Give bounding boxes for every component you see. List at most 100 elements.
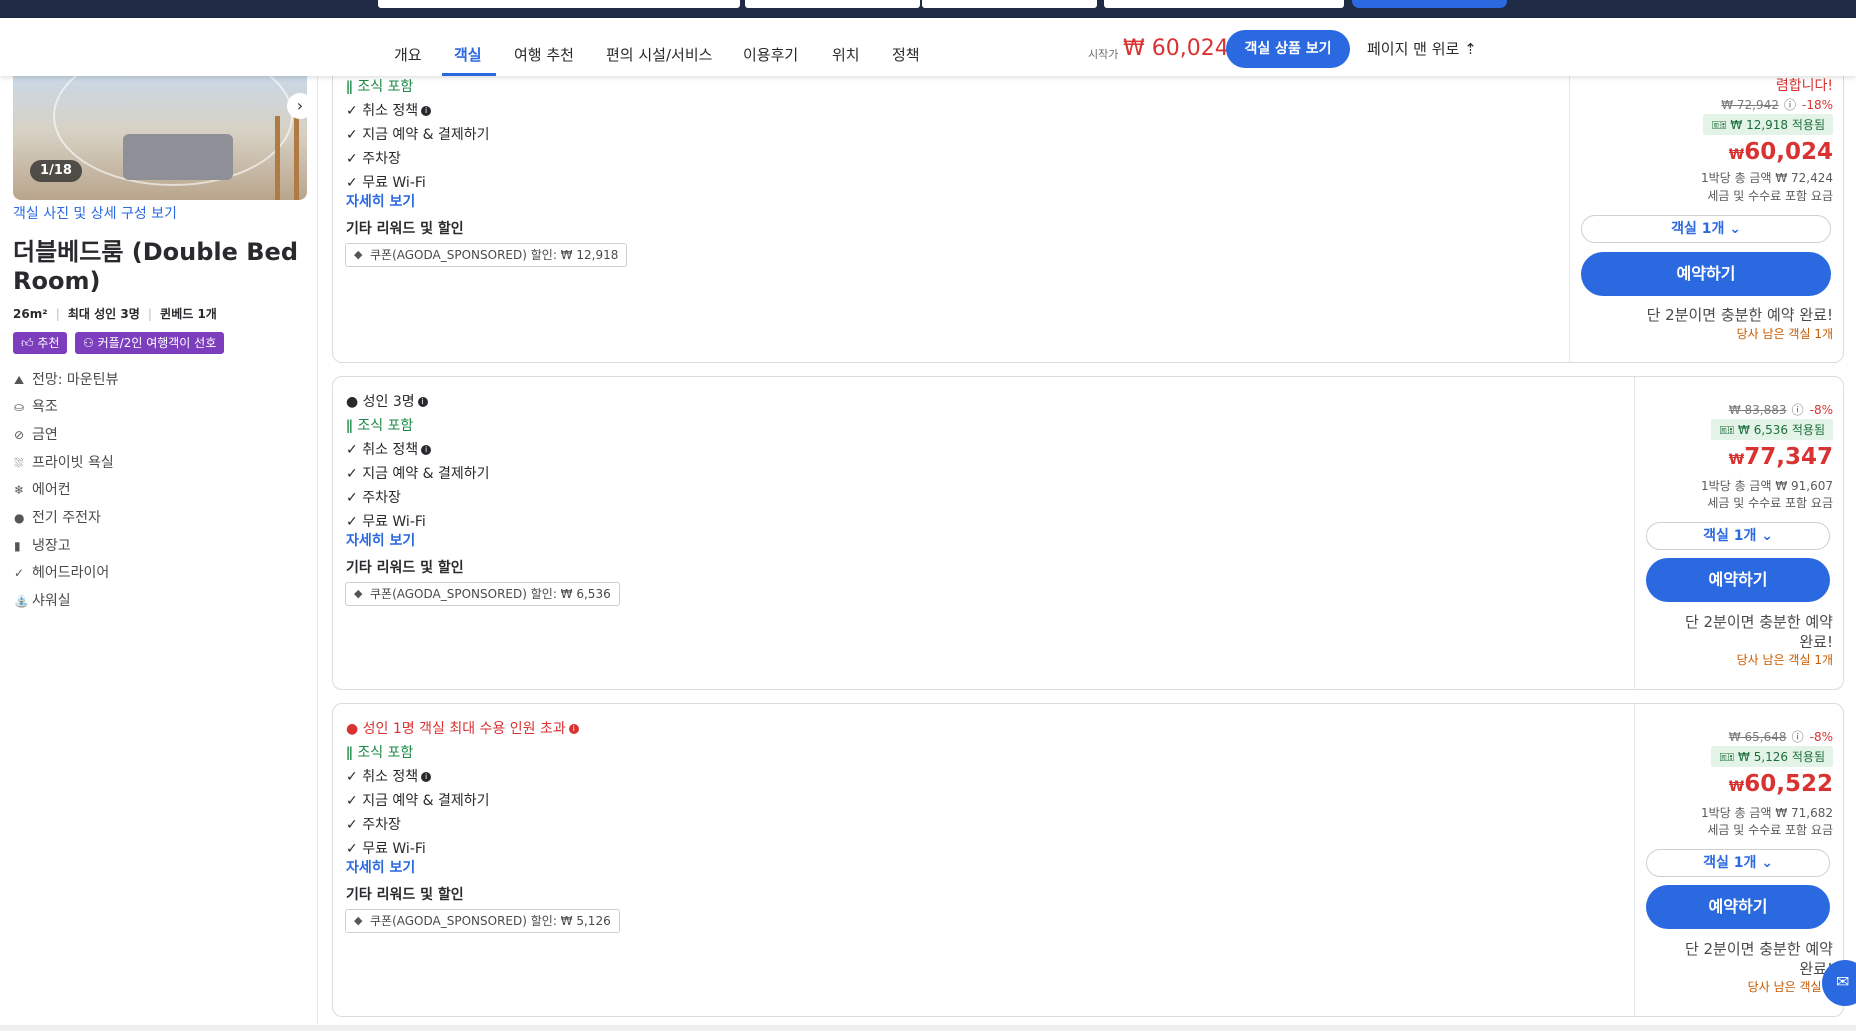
check-icon: ✓ [346,151,363,167]
thumbs-up-icon: 👍︎ [21,336,38,350]
info-circle-icon[interactable]: ⓘ [1784,98,1796,112]
feature-item: ✓ 주차장 [346,151,401,167]
kettle-icon: ● [14,511,25,525]
check-icon: ✓ [346,175,363,191]
info-icon[interactable]: i [421,445,432,455]
breakfast-included: ǁ 조식 포함 [346,79,414,95]
couple-preferred-badge: ⚇ 커플/2인 여행객이 선호 [75,332,225,354]
ticket-icon: 🎫︎ [1718,750,1739,764]
info-icon[interactable]: i [417,397,428,407]
room-quantity-select[interactable]: 객실 1개 ⌄ [1646,522,1830,550]
amenity-item: ⛆ 프라이빗 욕실 [14,455,114,471]
tag-icon: ◆ [354,248,363,261]
info-icon[interactable]: i [568,724,579,734]
person-icon: ● [346,721,363,737]
room-photo[interactable]: › 1/18 [13,76,307,200]
amenity-item: ⛲ 샤워실 [14,593,71,609]
check-icon: ✓ [346,514,363,530]
tab-rooms[interactable]: 객실 [454,44,482,65]
check-icon: ✓ [346,466,363,482]
room-photos-link[interactable]: 객실 사진 및 상세 구성 보기 [13,203,177,223]
other-rewards-heading: 기타 리워드 및 할인 [346,221,464,237]
property-nav: 개요 객실 여행 추천 편의 시설/서비스 이용후기 위치 정책 시작가 ₩ 6… [0,18,1856,76]
feature-item: ✓ 주차장 [346,490,401,506]
ticket-icon: 🎫︎ [1711,118,1731,132]
feature-item: ✓ 무료 Wi-Fi [346,175,426,191]
amenity-item: ⛀ 욕조 [14,399,58,415]
room-quantity-select[interactable]: 객실 1개 ⌄ [1581,215,1831,243]
amenity-item: ▮ 냉장고 [14,538,71,554]
feature-item: ✓ 지금 예약 & 결제하기 [346,127,490,143]
room-meta: 26m² | 최대 성인 3명 | 퀸베드 1개 [13,307,217,321]
shower-head-icon: ⛲ [14,594,29,608]
check-icon: ✓ [346,442,363,458]
info-circle-icon[interactable]: ⓘ [1792,403,1804,417]
check-icon: ✓ [346,490,363,506]
tab-location[interactable]: 위치 [832,44,860,65]
other-rewards-heading: 기타 리워드 및 할인 [346,887,464,903]
search-button[interactable] [1352,0,1507,8]
tab-trip-recommendations[interactable]: 여행 추천 [514,44,574,65]
fridge-icon: ▮ [14,539,21,553]
details-link[interactable]: 자세히 보기 [346,530,415,550]
checkin-field[interactable] [745,0,920,8]
feature-item: ✓ 무료 Wi-Fi [346,514,426,530]
coupon-badge: ◆ 쿠폰(AGODA_SPONSORED) 할인: ₩ 6,536 [345,582,620,606]
total-per-night: 1박당 총 금액 ₩ 72,424 [1701,171,1833,185]
chevron-down-icon: ⌄ [1761,855,1773,871]
coupon-badge: ◆ 쿠폰(AGODA_SPONSORED) 할인: ₩ 12,918 [345,243,628,267]
other-rewards-heading: 기타 리워드 및 할인 [346,560,464,576]
bathtub-icon: ⛀ [14,400,25,414]
info-circle-icon[interactable]: ⓘ [1792,730,1804,744]
shower-icon: ⛆ [14,456,24,470]
tab-policies[interactable]: 정책 [892,44,920,65]
feature-item: ✓ 무료 Wi-Fi [346,841,426,857]
room-summary-panel: › 1/18 객실 사진 및 상세 구성 보기 더블베드룸 (Double Be… [0,76,318,1031]
coupon-badge: ◆ 쿠폰(AGODA_SPONSORED) 할인: ₩ 5,126 [345,909,620,933]
view-room-offers-button[interactable]: 객실 상품 보기 [1226,30,1350,68]
view-icon: ⛰ [14,373,25,387]
guests-field[interactable] [1104,0,1344,8]
chat-icon: ✉ [1836,972,1850,991]
tax-note: 세금 및 수수료 포함 요금 [1707,189,1833,203]
check-icon: ✓ [346,103,363,119]
tab-amenities[interactable]: 편의 시설/서비스 [606,44,712,65]
cancellation-policy: ✓ 취소 정책 i [346,439,432,459]
original-price-row: ₩ 83,883 ⓘ -8% [1728,403,1833,417]
details-link[interactable]: 자세히 보기 [346,191,415,211]
info-icon[interactable]: i [421,772,432,782]
book-button[interactable]: 예약하기 [1646,558,1830,602]
room-title: 더블베드룸 (Double Bed Room) [13,238,299,295]
tab-overview[interactable]: 개요 [394,44,422,65]
room-offer-card: ǁ 조식 포함 ✓ 취소 정책 i ✓ 지금 예약 & 결제하기 ✓ 주차장 ✓ … [332,40,1844,363]
book-button[interactable]: 예약하기 [1581,252,1831,296]
check-icon: ✓ [346,769,363,785]
room-offer-card: ● 성인 1명 객실 최대 수용 인원 초과 i ǁ 조식 포함 ✓ 취소 정책 i… [332,703,1844,1017]
price-from-label: 시작가 [1088,48,1119,61]
photo-counter: 1/18 [30,160,82,182]
no-smoking-icon: ⊘ [14,428,25,442]
chevron-right-icon[interactable]: › [287,93,307,119]
rooms-left-note: 당사 남은 객실 1 [1747,980,1833,994]
details-link[interactable]: 자세히 보기 [346,857,415,877]
chevron-down-icon: ⌄ [1729,221,1741,237]
info-icon[interactable]: i [421,106,432,116]
discount-applied-badge: 🎫︎ ₩ 6,536 적용됨 [1710,419,1833,440]
room-quantity-select[interactable]: 객실 1개 ⌄ [1646,849,1830,877]
top-search-bar [0,0,1856,18]
total-per-night: 1박당 총 금액 ₩ 91,607 [1701,479,1833,493]
destination-field[interactable] [378,0,740,8]
amenity-item: ⛰ 전망: 마운틴뷰 [14,372,119,388]
breakfast-included: ǁ 조식 포함 [346,745,414,761]
aircon-icon: ❄ [14,483,25,497]
feature-item: ✓ 지금 예약 & 결제하기 [346,466,490,482]
tab-reviews[interactable]: 이용후기 [743,44,798,65]
discount-applied-badge: 🎫︎ ₩ 12,918 적용됨 [1703,114,1833,135]
checkout-field[interactable] [922,0,1097,8]
quick-booking-note: 단 2분이면 충분한 예약 완료! [1684,613,1833,651]
utensils-icon: ǁ [346,745,358,761]
book-button[interactable]: 예약하기 [1646,885,1830,929]
back-to-top-link[interactable]: 페이지 맨 위로 ⇡ [1367,38,1477,59]
occupancy: ● 성인 3명 i [346,391,428,411]
final-price: ₩77,347 [1728,444,1833,470]
